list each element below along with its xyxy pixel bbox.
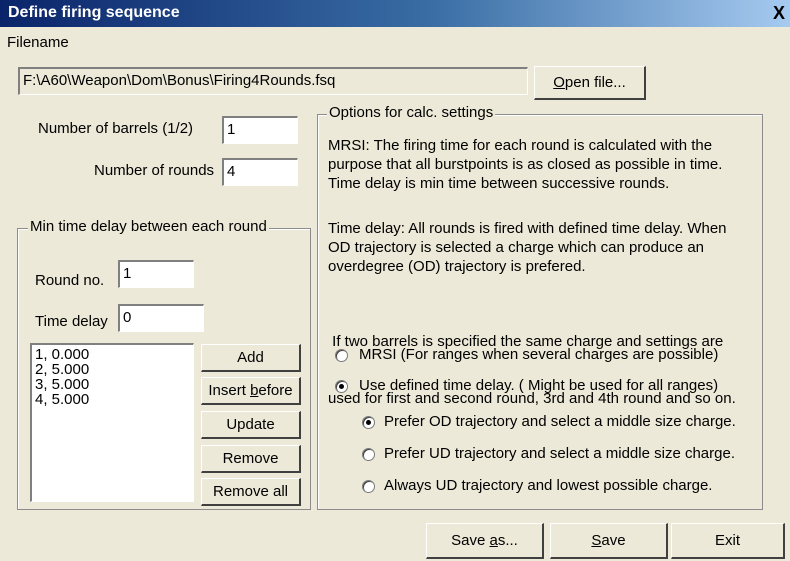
save-label-accel: S — [591, 532, 602, 549]
filename-field[interactable]: F:\A60\Weapon\Dom\Bonus\Firing4Rounds.fs… — [18, 67, 528, 95]
radio-always-ud-indicator[interactable] — [362, 480, 375, 493]
open-file-label-post: pen file... — [564, 74, 626, 91]
open-file-button[interactable]: Open file... — [534, 66, 646, 100]
mrsi-description-line: purpose that all burstpoints is as close… — [328, 156, 723, 173]
save-as-button[interactable]: Save as... — [426, 523, 544, 559]
radio-selected-dot — [339, 384, 344, 389]
radio-time-delay-indicator[interactable] — [335, 380, 348, 393]
remove-button[interactable]: Remove — [201, 445, 301, 473]
round-no-label: Round no. — [35, 272, 105, 289]
rounds-input[interactable]: 4 — [222, 158, 298, 186]
time-delay-description-line: overdegree (OD) trajectory is prefered. — [328, 258, 586, 275]
add-button[interactable]: Add — [201, 344, 301, 372]
time-delay-description-line: Time delay: All rounds is fired with def… — [328, 220, 727, 237]
radio-mrsi-label: MRSI (For ranges when several charges ar… — [359, 346, 719, 363]
radio-always-ud-label: Always UD trajectory and lowest possible… — [384, 477, 713, 494]
radio-prefer-ud-indicator[interactable] — [362, 448, 375, 461]
close-icon[interactable]: X — [770, 2, 788, 24]
save-button[interactable]: Save — [550, 523, 668, 559]
time-delay-description-line: OD trajectory is selected a charge which… — [328, 239, 705, 256]
insert-before-label-pre: Insert — [208, 382, 251, 399]
barrels-label: Number of barrels (1/2) — [38, 120, 194, 137]
radio-prefer-ud-label: Prefer UD trajectory and select a middle… — [384, 445, 735, 462]
save-as-label-accel: a — [489, 532, 498, 549]
rounds-label: Number of rounds — [94, 162, 215, 179]
radio-prefer-od-label: Prefer OD trajectory and select a middle… — [384, 413, 736, 430]
barrels-input[interactable]: 1 — [222, 116, 298, 144]
filename-label: Filename — [7, 34, 69, 51]
save-as-label-post: s... — [497, 532, 518, 549]
time-delay-group-legend: Min time delay between each round — [28, 218, 269, 235]
remove-all-button[interactable]: Remove all — [201, 478, 301, 506]
radio-selected-dot — [366, 420, 371, 425]
mrsi-description-line: Time delay is min time between successiv… — [328, 175, 670, 192]
time-delay-input[interactable]: 0 — [118, 304, 204, 332]
list-item[interactable]: 1, 0.000 — [35, 347, 190, 362]
save-as-label-pre: Save — [451, 532, 490, 549]
insert-before-button[interactable]: Insert before — [201, 377, 301, 405]
radio-mrsi-indicator[interactable] — [335, 349, 348, 362]
round-no-input[interactable]: 1 — [118, 260, 194, 288]
insert-before-label-post: efore — [258, 382, 293, 399]
radio-time-delay-label: Use defined time delay. ( Might be used … — [359, 377, 719, 394]
mrsi-description: MRSI: The firing time for each round is … — [328, 136, 722, 193]
title-bar[interactable]: Define firing sequence X — [0, 0, 790, 27]
save-label-post: ave — [601, 532, 626, 549]
radio-prefer-od-indicator[interactable] — [362, 416, 375, 429]
open-file-label-accel: O — [553, 74, 565, 91]
list-item[interactable]: 2, 5.000 — [35, 362, 190, 377]
time-delay-description: Time delay: All rounds is fired with def… — [328, 219, 727, 276]
mrsi-description-line: MRSI: The firing time for each round is … — [328, 137, 713, 154]
exit-button[interactable]: Exit — [671, 523, 785, 559]
time-delay-label: Time delay — [35, 313, 108, 330]
list-item[interactable]: 3, 5.000 — [35, 377, 190, 392]
rounds-listbox[interactable]: 1, 0.000 2, 5.000 3, 5.000 4, 5.000 — [30, 343, 194, 502]
window-title: Define firing sequence — [8, 4, 180, 21]
list-item[interactable]: 4, 5.000 — [35, 392, 190, 407]
update-button[interactable]: Update — [201, 411, 301, 439]
options-group-legend: Options for calc. settings — [327, 104, 496, 121]
